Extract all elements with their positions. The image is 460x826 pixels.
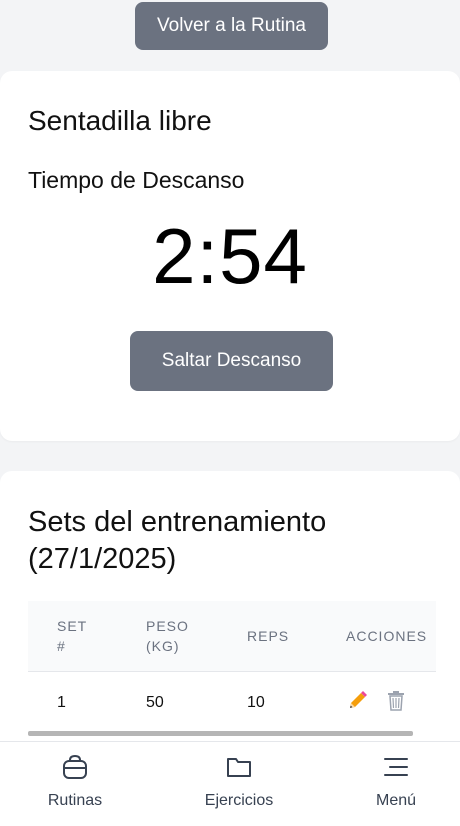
table-header-row: SET # PESO (KG) REPS ACCIONES xyxy=(28,601,436,671)
sets-table: SET # PESO (KG) REPS ACCIONES 1 50 10 xyxy=(28,601,436,735)
rest-label: Tiempo de Descanso xyxy=(28,167,245,193)
back-to-routine-button[interactable]: Volver a la Rutina xyxy=(135,2,328,50)
app-screen: Volver a la Rutina Sentadilla libre Tiem… xyxy=(0,0,460,826)
rest-timer: 2:54 xyxy=(152,212,308,300)
column-header-reps: REPS xyxy=(247,627,290,644)
menu-icon xyxy=(336,754,456,780)
nav-label-rutinas: Rutinas xyxy=(47,792,103,809)
weight-cell: 50 xyxy=(117,670,218,735)
column-header-weight: PESO (KG) xyxy=(146,617,189,654)
nav-label-ejercicios: Ejercicios xyxy=(204,792,274,809)
column-header-actions: ACCIONES xyxy=(346,627,428,644)
nav-item-menu[interactable]: Menú xyxy=(336,754,456,810)
set-number-cell: 1 xyxy=(28,670,117,735)
sets-title: Sets del entrenamiento (27/1/2025) xyxy=(28,506,327,575)
nav-item-rutinas[interactable]: Rutinas xyxy=(15,754,135,810)
reps-cell: 10 xyxy=(218,670,317,735)
table-horizontal-scrollbar[interactable] xyxy=(28,731,413,736)
folder-icon xyxy=(179,754,299,780)
column-header-set: SET # xyxy=(57,617,87,654)
table-row: 1 50 10 xyxy=(28,670,436,735)
trash-icon[interactable] xyxy=(386,690,406,717)
workout-sets-card: Sets del entrenamiento (27/1/2025) SET #… xyxy=(0,471,460,761)
actions-cell xyxy=(317,670,436,735)
nav-item-ejercicios[interactable]: Ejercicios xyxy=(179,754,299,810)
skip-rest-button[interactable]: Saltar Descanso xyxy=(130,331,333,391)
exercise-title: Sentadilla libre xyxy=(28,105,212,136)
bottom-navigation: Rutinas Ejercicios Menú xyxy=(0,741,460,826)
nav-label-menu: Menú xyxy=(375,792,417,809)
pencil-icon[interactable] xyxy=(346,690,368,717)
rest-timer-card: Sentadilla libre Tiempo de Descanso 2:54… xyxy=(0,71,460,441)
weight-icon xyxy=(15,754,135,780)
